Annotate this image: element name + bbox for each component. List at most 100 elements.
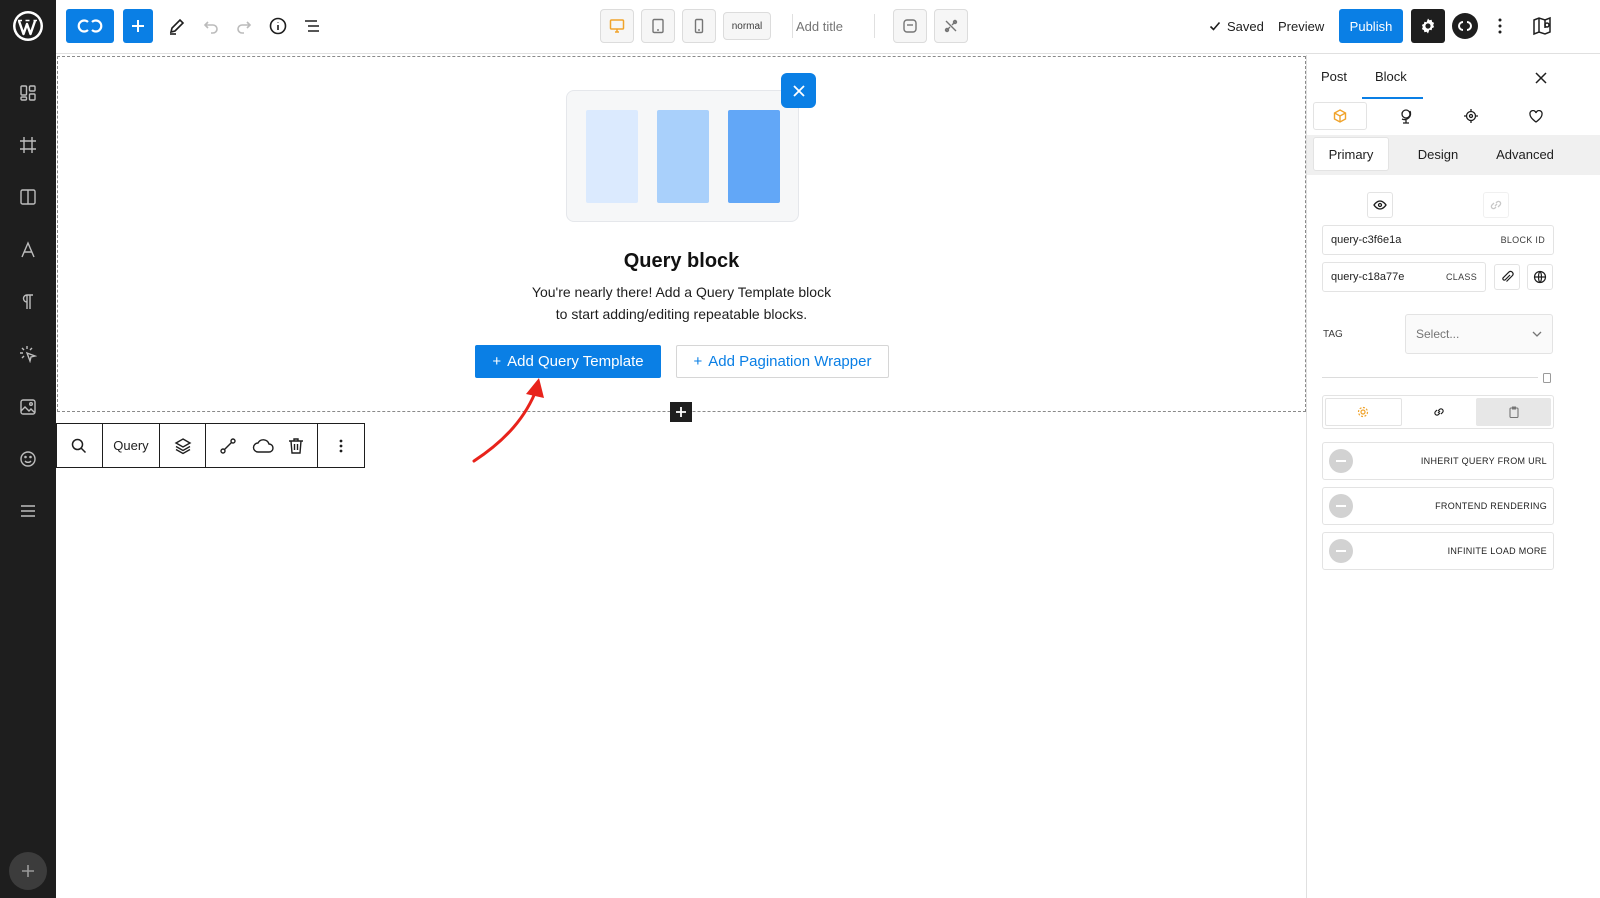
tablet-preview-icon[interactable] [641, 9, 675, 43]
rail-add-button[interactable] [9, 852, 47, 890]
query-block-description-line2: to start adding/editing repeatable block… [555, 306, 808, 322]
inherit-query-toggle[interactable]: INHERIT QUERY FROM URL [1322, 442, 1554, 480]
clipboard-small-icon[interactable] [1543, 372, 1551, 383]
preview-button[interactable]: Preview [1278, 9, 1324, 43]
block-type-label: Query [113, 438, 149, 453]
add-pagination-wrapper-label: Add Pagination Wrapper [708, 353, 872, 370]
tab-post[interactable]: Post [1321, 69, 1347, 84]
tag-select-placeholder: Select... [1416, 327, 1460, 341]
heart-icon[interactable] [1509, 102, 1563, 130]
tag-label: TAG [1323, 329, 1343, 340]
visibility-eye-icon[interactable] [1367, 192, 1393, 218]
block-type-button[interactable]: Query [103, 424, 161, 467]
annotation-arrow [472, 378, 544, 463]
query-link-icon[interactable] [1402, 398, 1477, 426]
subtab-advanced[interactable]: Advanced [1487, 137, 1563, 171]
close-placeholder-button[interactable] [781, 73, 816, 108]
saved-label: Saved [1227, 18, 1264, 34]
search-icon[interactable] [57, 424, 103, 467]
plugin-logo-button[interactable] [66, 9, 114, 43]
query-mode-segment [1322, 395, 1554, 429]
chevron-down-icon [1532, 331, 1542, 337]
class-value: query-c18a77e [1331, 271, 1405, 283]
redo-icon[interactable] [230, 9, 258, 43]
wordpress-logo-icon[interactable] [12, 10, 44, 42]
close-icon [792, 84, 805, 97]
block-id-label: BLOCK ID [1500, 235, 1545, 245]
sidebar-divider [1322, 377, 1538, 378]
more-options-icon[interactable] [1486, 9, 1514, 43]
subtab-primary[interactable]: Primary [1313, 137, 1389, 171]
illustration-bar [657, 110, 709, 203]
illustration-bar [586, 110, 638, 203]
map-icon[interactable] [1528, 9, 1556, 43]
frame-icon[interactable] [16, 133, 40, 157]
toggle-label: FRONTEND RENDERING [1435, 501, 1547, 511]
block-cube-icon[interactable] [1313, 102, 1367, 130]
attachment-icon[interactable] [1494, 264, 1520, 290]
globe-icon[interactable] [1527, 264, 1553, 290]
more-options-icon[interactable] [318, 424, 364, 467]
paragraph-icon[interactable] [16, 290, 40, 314]
typography-icon[interactable] [16, 238, 40, 262]
toggle-off-icon [1329, 539, 1353, 563]
class-field[interactable]: query-c18a77e CLASS [1322, 262, 1486, 292]
saved-status: Saved [1209, 9, 1264, 43]
subtab-design[interactable]: Design [1403, 137, 1473, 171]
admin-rail [0, 0, 56, 898]
list-view-icon[interactable] [298, 9, 326, 43]
columns-icon[interactable] [16, 185, 40, 209]
settings-gear-icon[interactable] [1411, 9, 1445, 43]
toolbar-divider [874, 14, 875, 38]
tag-select[interactable]: Select... [1405, 314, 1553, 354]
tools-icon[interactable] [934, 9, 968, 43]
desktop-preview-icon[interactable] [600, 9, 634, 43]
add-pagination-wrapper-button[interactable]: + Add Pagination Wrapper [676, 345, 889, 378]
layers-icon[interactable] [160, 424, 206, 467]
toggle-label: INHERIT QUERY FROM URL [1420, 456, 1547, 466]
close-icon[interactable] [1532, 69, 1550, 87]
query-block[interactable]: Query block You're nearly there! Add a Q… [57, 56, 1306, 412]
media-icon[interactable] [16, 395, 40, 419]
menu-icon[interactable] [16, 499, 40, 523]
toggle-off-icon [1329, 449, 1353, 473]
query-illustration [566, 90, 799, 222]
add-title-field[interactable]: Add title [796, 9, 843, 43]
toggle-label: INFINITE LOAD MORE [1447, 546, 1547, 556]
info-icon[interactable] [264, 9, 292, 43]
class-label: CLASS [1445, 272, 1477, 282]
block-inserter-icon[interactable] [670, 402, 692, 422]
block-toolbar: Query [56, 423, 365, 468]
dashboard-icon[interactable] [16, 81, 40, 105]
block-inserter-button[interactable] [123, 9, 153, 43]
plugin-avatar-icon[interactable] [1451, 12, 1479, 40]
target-icon[interactable] [1444, 102, 1498, 130]
device-mode-pill[interactable]: normal [723, 12, 771, 40]
sidebar-subtabs: Primary Design Advanced [1307, 135, 1600, 175]
cloud-icon[interactable] [252, 438, 274, 454]
mobile-preview-icon[interactable] [682, 9, 716, 43]
frontend-rendering-toggle[interactable]: FRONTEND RENDERING [1322, 487, 1554, 525]
link-path-icon[interactable] [219, 437, 237, 455]
interaction-icon[interactable] [16, 342, 40, 366]
query-clipboard-icon[interactable] [1476, 398, 1552, 426]
sidebar-tabs: Post Block [1307, 55, 1600, 99]
toggle-off-icon [1329, 494, 1353, 518]
query-block-description-line1: You're nearly there! Add a Query Templat… [531, 284, 832, 300]
undo-icon[interactable] [197, 9, 225, 43]
tab-block[interactable]: Block [1375, 69, 1407, 84]
emoji-icon[interactable] [16, 447, 40, 471]
trash-icon[interactable] [288, 437, 304, 455]
settings-sidebar: Post Block Primary Design Advanced query… [1306, 55, 1600, 898]
block-id-value: query-c3f6e1a [1331, 234, 1402, 246]
sidebar-icon-row [1307, 102, 1600, 134]
publish-button[interactable]: Publish [1339, 9, 1403, 43]
query-settings-gear-icon[interactable] [1325, 398, 1402, 426]
link-icon[interactable] [1483, 192, 1509, 218]
block-id-field[interactable]: query-c3f6e1a BLOCK ID [1322, 225, 1554, 255]
globe-stand-icon[interactable] [1379, 102, 1433, 130]
add-query-template-label: Add Query Template [507, 353, 644, 370]
infinite-load-more-toggle[interactable]: INFINITE LOAD MORE [1322, 532, 1554, 570]
edit-pencil-icon[interactable] [163, 9, 191, 43]
template-icon[interactable] [893, 9, 927, 43]
